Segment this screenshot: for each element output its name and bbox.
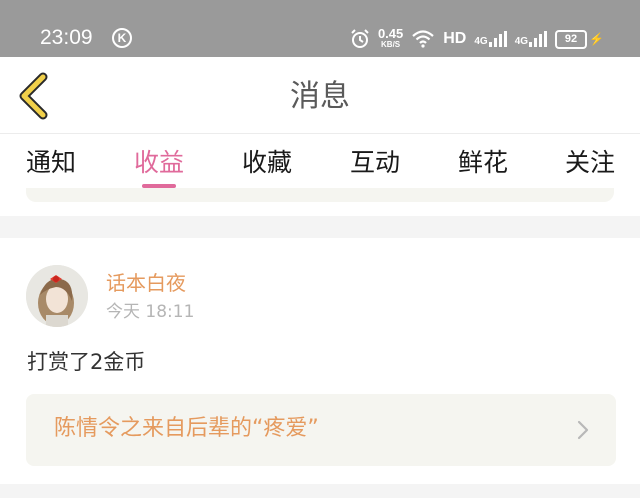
previous-notification-card bbox=[0, 188, 640, 216]
battery-indicator: 92 ⚡ bbox=[555, 29, 604, 49]
alarm-icon bbox=[351, 29, 369, 48]
notification-timestamp: 今天 18:11 bbox=[106, 302, 195, 322]
tab-flowers[interactable]: 鲜花 bbox=[458, 148, 508, 178]
chevron-right-icon bbox=[577, 420, 589, 440]
network-speed-unit: KB/S bbox=[381, 40, 401, 49]
signal-bars-icon bbox=[529, 31, 548, 47]
wifi-icon bbox=[412, 30, 434, 48]
network-speed-value: 0.45 bbox=[377, 26, 404, 41]
tab-interactions[interactable]: 互动 bbox=[350, 148, 400, 178]
book-title: 陈情令之来自后辈的“疼爱” bbox=[54, 416, 319, 441]
status-indicators: 0.45 KB/S HD 4G 4G 92 ⚡ bbox=[350, 26, 604, 52]
notification-message: 打赏了2金币 bbox=[27, 350, 146, 374]
book-link-box[interactable]: 陈情令之来自后辈的“疼爱” bbox=[26, 394, 616, 466]
notification-card: 话本白夜 今天 18:11 打赏了2金币 陈情令之来自后辈的“疼爱” bbox=[0, 238, 640, 484]
page-title: 消息 bbox=[290, 79, 350, 114]
tab-notifications[interactable]: 通知 bbox=[26, 148, 76, 178]
signal-2: 4G bbox=[514, 31, 548, 47]
avatar-image bbox=[26, 265, 88, 327]
sender-username[interactable]: 话本白夜 bbox=[106, 271, 186, 295]
battery-level: 92 bbox=[555, 29, 588, 49]
tab-following[interactable]: 关注 bbox=[565, 148, 615, 178]
network-speed: 0.45 KB/S bbox=[377, 26, 404, 50]
network-type-1: 4G bbox=[474, 36, 488, 47]
charging-bolt-icon: ⚡ bbox=[589, 32, 604, 46]
status-time: 23:09 bbox=[40, 26, 93, 49]
network-type-2: 4G bbox=[514, 36, 529, 47]
page-header: 消息 bbox=[0, 57, 640, 134]
tab-earnings[interactable]: 收益 bbox=[134, 148, 184, 178]
signal-bars-icon bbox=[488, 31, 507, 47]
previous-card-box bbox=[26, 188, 614, 202]
tab-favorites[interactable]: 收藏 bbox=[242, 148, 292, 178]
k-app-icon: K bbox=[112, 28, 132, 48]
status-bar: 23:09 K 0.45 KB/S HD 4G 4G 92 ⚡ bbox=[0, 0, 640, 57]
avatar[interactable] bbox=[26, 265, 88, 327]
hd-label: HD bbox=[443, 30, 467, 47]
signal-1: 4G bbox=[474, 31, 507, 47]
